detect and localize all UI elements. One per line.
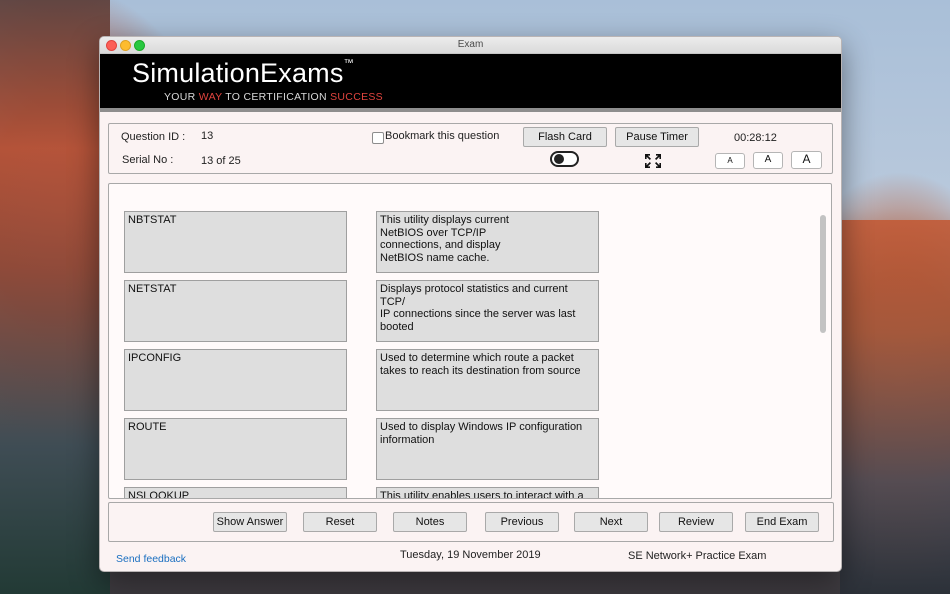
content-scrollbar[interactable] <box>820 215 826 333</box>
brand-name: SimulationExams <box>132 58 344 88</box>
previous-button[interactable]: Previous <box>485 512 559 532</box>
window-title: Exam <box>457 39 484 50</box>
current-date: Tuesday, 19 November 2019 <box>400 549 541 561</box>
fullscreen-icon[interactable] <box>644 153 662 169</box>
next-button[interactable]: Next <box>574 512 648 532</box>
question-id-value: 13 <box>201 130 214 142</box>
close-window-button[interactable] <box>106 40 117 51</box>
serial-value: 13 of 25 <box>201 155 241 167</box>
brand-banner: SimulationExams™ YOUR WAY TO CERTIFICATI… <box>100 54 841 108</box>
zoom-window-button[interactable] <box>134 40 145 51</box>
tagline-part: YOUR <box>164 91 199 103</box>
bookmark-label[interactable]: Bookmark this question <box>385 130 499 142</box>
tagline-highlight: SUCCESS <box>330 91 383 103</box>
serial-label: Serial No : <box>122 154 174 166</box>
question-info-panel: Question ID : 13 Serial No : 13 of 25 Bo… <box>108 123 833 174</box>
description-box[interactable]: This utility displays current NetBIOS ov… <box>376 211 599 273</box>
brand-logo: SimulationExams™ <box>132 58 354 89</box>
notes-button[interactable]: Notes <box>393 512 467 532</box>
action-bar: Show Answer Reset Notes Previous Next Re… <box>108 502 834 542</box>
desktop-wallpaper-right <box>840 220 950 594</box>
tagline-highlight: WAY <box>198 91 223 103</box>
brand-tagline: YOUR WAY TO CERTIFICATION SUCCESS <box>164 91 383 103</box>
minimize-window-button[interactable] <box>120 40 131 51</box>
bookmark-checkbox[interactable] <box>372 132 384 144</box>
show-answer-button[interactable]: Show Answer <box>213 512 287 532</box>
font-size-small-button[interactable]: A <box>715 153 745 169</box>
exam-window: Exam SimulationExams™ YOUR WAY TO CERTIF… <box>99 36 842 572</box>
banner-divider <box>100 108 841 112</box>
desktop-wallpaper-left <box>0 0 110 594</box>
flash-card-button[interactable]: Flash Card <box>523 127 607 147</box>
end-exam-button[interactable]: End Exam <box>745 512 819 532</box>
trademark-symbol: ™ <box>343 58 354 69</box>
description-box[interactable]: Displays protocol statistics and current… <box>376 280 599 342</box>
review-button[interactable]: Review <box>659 512 733 532</box>
exam-name: SE Network+ Practice Exam <box>628 550 767 562</box>
toggle-knob <box>554 154 564 164</box>
font-size-medium-button[interactable]: A <box>753 152 783 169</box>
tagline-part: TO CERTIFICATION <box>222 91 331 103</box>
term-box[interactable]: NBTSTAT <box>124 211 347 273</box>
term-box[interactable]: ROUTE <box>124 418 347 480</box>
question-content-area[interactable]: NBTSTAT This utility displays current Ne… <box>108 183 832 499</box>
timer-display: 00:28:12 <box>734 132 777 144</box>
send-feedback-link[interactable]: Send feedback <box>116 553 186 565</box>
question-id-label: Question ID : <box>121 131 186 143</box>
flash-card-toggle[interactable] <box>550 151 579 167</box>
term-box[interactable]: IPCONFIG <box>124 349 347 411</box>
reset-button[interactable]: Reset <box>303 512 377 532</box>
title-bar[interactable]: Exam <box>100 37 841 54</box>
description-box[interactable]: Used to determine which route a packet t… <box>376 349 599 411</box>
pause-timer-button[interactable]: Pause Timer <box>615 127 699 147</box>
description-box[interactable]: Used to display Windows IP configuration… <box>376 418 599 480</box>
term-box[interactable]: NSLOOKUP <box>124 487 347 498</box>
font-size-large-button[interactable]: A <box>791 151 822 169</box>
description-box[interactable]: This utility enables users to interact w… <box>376 487 599 498</box>
term-box[interactable]: NETSTAT <box>124 280 347 342</box>
